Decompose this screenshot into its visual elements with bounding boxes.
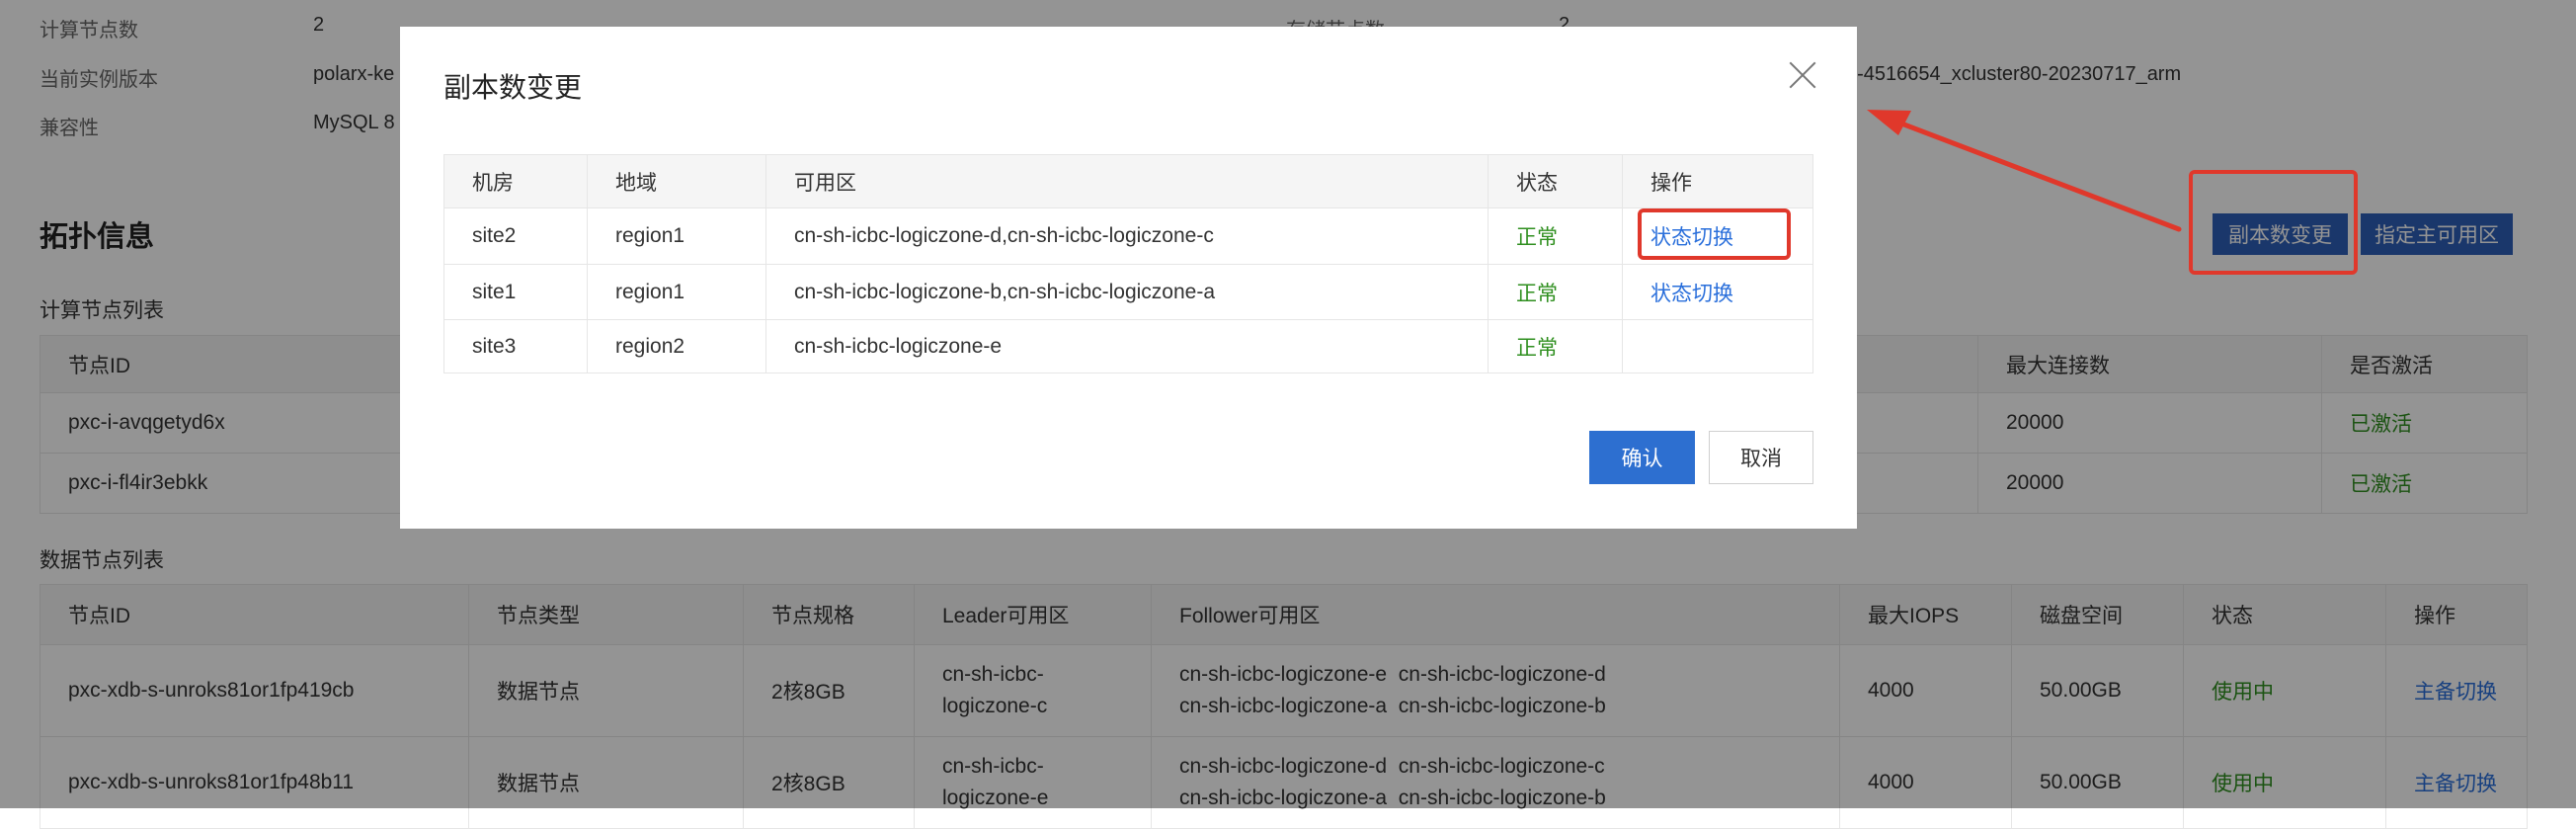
table-row: site1 region1 cn-sh-icbc-logiczone-b,cn-… (443, 264, 1813, 320)
dialog-title: 副本数变更 (443, 72, 583, 103)
region-cell: region2 (587, 319, 766, 373)
state-switch-link[interactable]: 状态切换 (1622, 264, 1813, 320)
table-row: site3 region2 cn-sh-icbc-logiczone-e 正常 (443, 319, 1813, 373)
site-cell: site2 (443, 207, 588, 265)
site-cell: site1 (443, 264, 588, 320)
table-row: site2 region1 cn-sh-icbc-logiczone-d,cn-… (443, 207, 1813, 265)
zones-cell: cn-sh-icbc-logiczone-d,cn-sh-icbc-logicz… (765, 207, 1489, 265)
table-header-row: 机房 地域 可用区 状态 操作 (443, 154, 1813, 208)
column-header: 机房 (443, 154, 588, 208)
arrow-shaft (1886, 116, 2182, 232)
column-header: 地域 (587, 154, 766, 208)
annotation-box-state-switch (1638, 208, 1791, 260)
column-header: 操作 (1622, 154, 1813, 208)
site-cell: site3 (443, 319, 588, 373)
operation-cell (1622, 319, 1813, 373)
status-cell: 正常 (1488, 207, 1623, 265)
replica-change-dialog: 副本数变更 机房 地域 可用区 状态 操作 site2 region1 cn-s… (400, 27, 1857, 529)
cancel-button[interactable]: 取消 (1709, 431, 1813, 484)
column-header: 状态 (1488, 154, 1623, 208)
zones-cell: cn-sh-icbc-logiczone-e (765, 319, 1489, 373)
region-cell: region1 (587, 207, 766, 265)
close-icon[interactable] (1788, 60, 1817, 90)
replica-site-table: 机房 地域 可用区 状态 操作 site2 region1 cn-sh-icbc… (443, 154, 1813, 373)
status-cell: 正常 (1488, 319, 1623, 373)
zones-cell: cn-sh-icbc-logiczone-b,cn-sh-icbc-logicz… (765, 264, 1489, 320)
status-cell: 正常 (1488, 264, 1623, 320)
arrow-head (1867, 110, 1911, 135)
region-cell: region1 (587, 264, 766, 320)
confirm-button[interactable]: 确认 (1589, 431, 1695, 484)
column-header: 可用区 (765, 154, 1489, 208)
